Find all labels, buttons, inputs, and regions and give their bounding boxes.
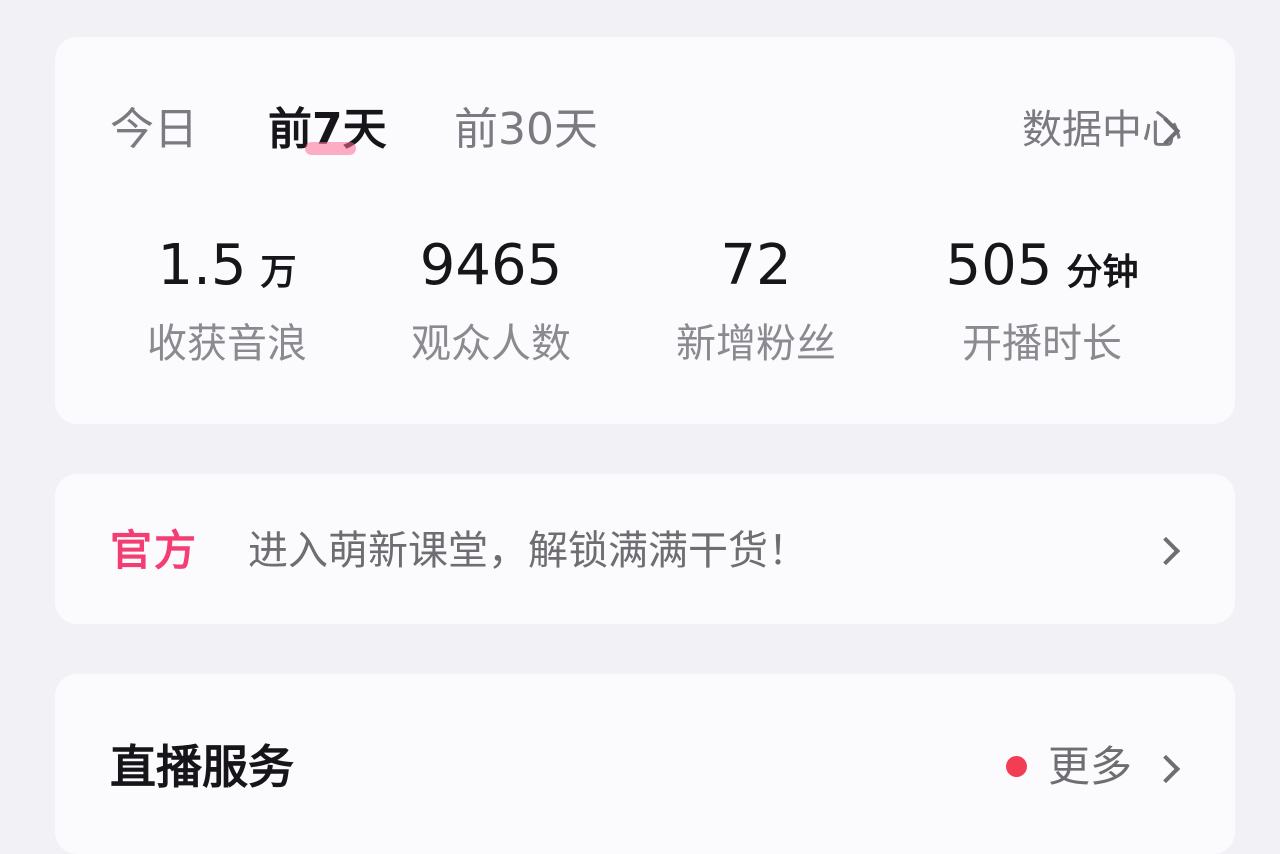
stat-value: 72 — [720, 233, 792, 298]
stat-label: 收获音浪 — [147, 321, 307, 367]
stat-unit: 分钟 — [1066, 252, 1139, 293]
stat-value: 1.5 — [157, 233, 247, 298]
more-link[interactable]: 更多 — [1048, 737, 1132, 797]
stat-label: 新增粉丝 — [676, 321, 836, 367]
stat-unit: 万 — [260, 252, 297, 293]
live-service-title: 直播服务 — [110, 740, 294, 794]
stat-value: 505 — [945, 233, 1053, 298]
active-tab-indicator — [305, 142, 356, 155]
stat-new-followers[interactable]: 72 新增粉丝 — [616, 230, 896, 372]
stat-viewers[interactable]: 9465 观众人数 — [351, 230, 631, 372]
stat-label: 开播时长 — [962, 321, 1122, 367]
official-tag: 官方 — [110, 526, 199, 575]
stat-value: 9465 — [419, 233, 563, 298]
stat-live-duration[interactable]: 505 分钟 开播时长 — [902, 230, 1182, 372]
stat-sound-waves[interactable]: 1.5 万 收获音浪 — [87, 230, 367, 372]
stat-label: 观众人数 — [411, 321, 571, 367]
banner-text[interactable]: 进入萌新课堂，解锁满满干货！ — [248, 523, 808, 579]
tab-last-30-days[interactable]: 前30天 — [454, 100, 598, 160]
notification-dot-icon — [1006, 756, 1027, 777]
tab-today[interactable]: 今日 — [110, 100, 198, 160]
